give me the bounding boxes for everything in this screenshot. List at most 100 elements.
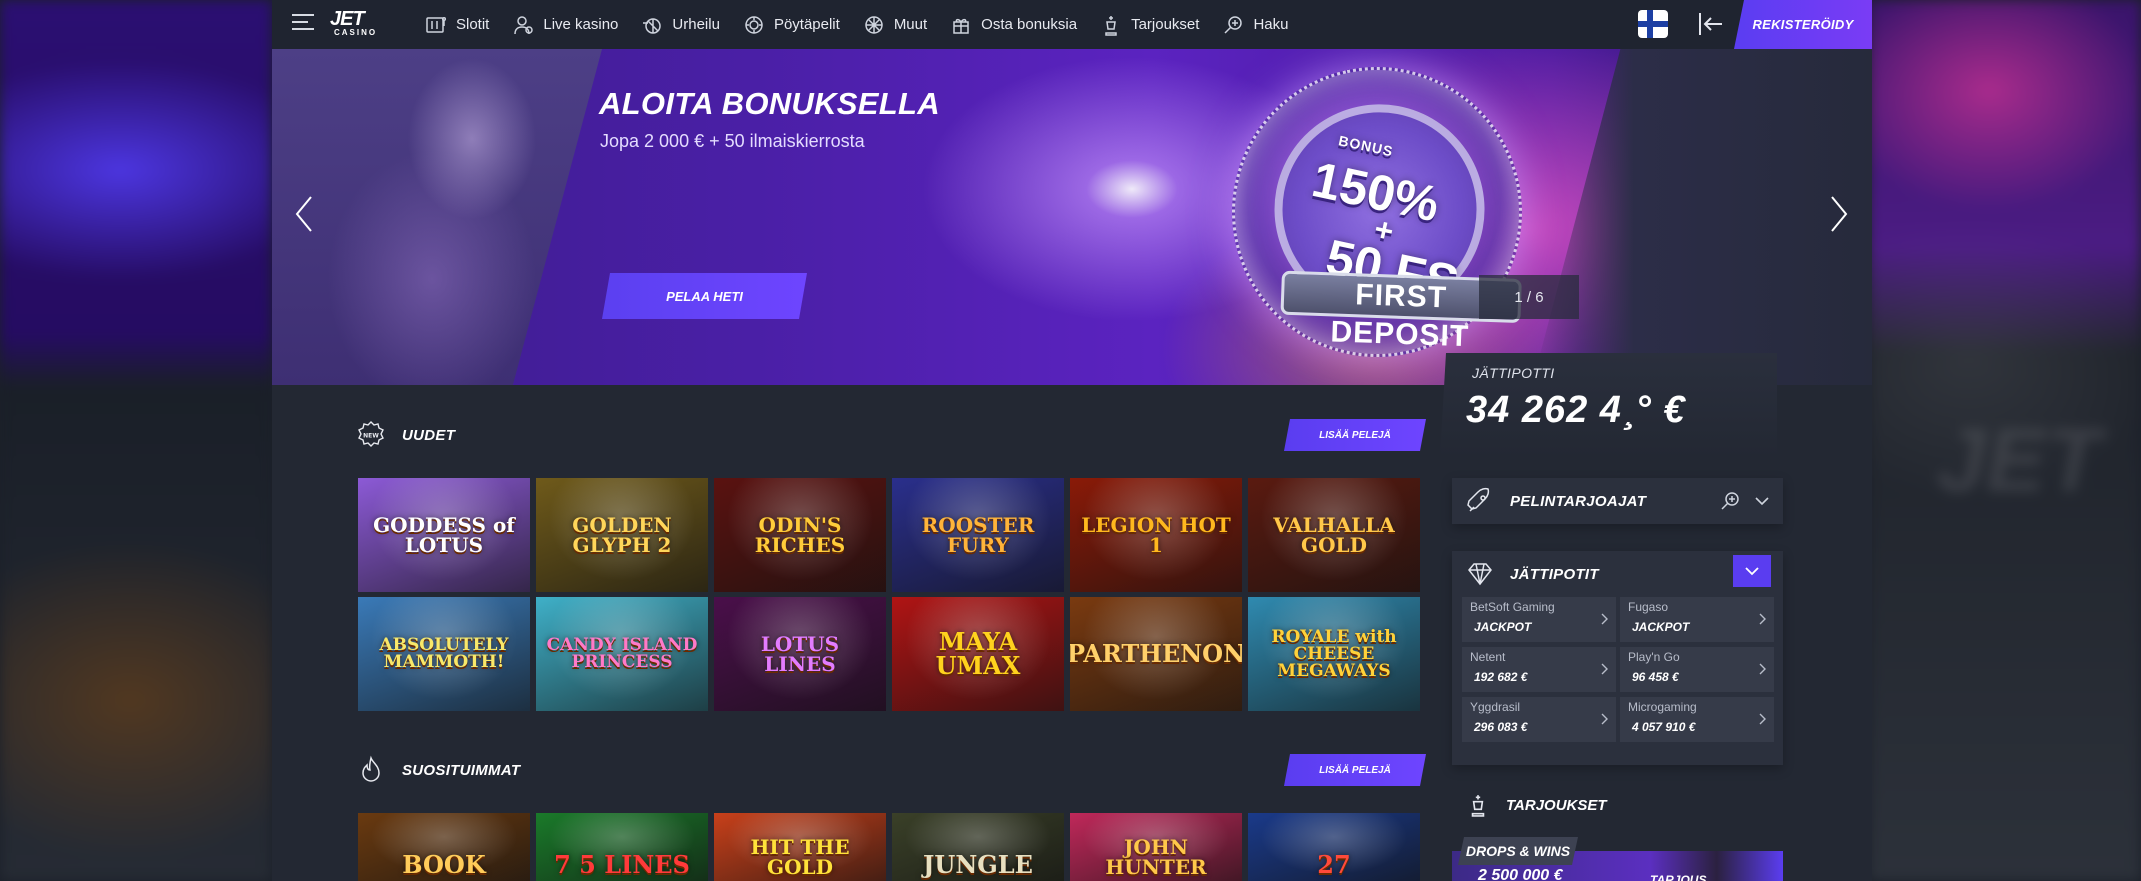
chevron-right-icon[interactable] [1829, 195, 1849, 233]
chess-king-icon [1100, 14, 1122, 36]
game-title: LOTUS LINES [760, 632, 840, 676]
nav-label: Osta bonuksia [981, 16, 1078, 33]
game-tile[interactable]: GODDESS of LOTUS [358, 478, 530, 592]
jackpot-provider: Play'n Go [1628, 650, 1680, 664]
offer-tag: DROPS & WINS [1458, 837, 1578, 865]
jackpot-item[interactable]: Fugaso JACKPOT [1620, 597, 1774, 642]
game-tile[interactable]: HIT THE GOLD [714, 813, 886, 881]
new-badge-icon: NEW [356, 420, 386, 450]
game-tile[interactable]: JUNGLE [892, 813, 1064, 881]
casino-page: JET CASINO Slotit Live kasino Urheilu Pö… [272, 0, 1872, 881]
game-tile[interactable]: 27 [1248, 813, 1420, 881]
offer-action[interactable]: TARJOUS [1650, 873, 1706, 881]
flame-icon [356, 755, 386, 785]
game-title: HIT THE GOLD [750, 835, 850, 879]
nav-item-muut[interactable]: Muut [863, 14, 927, 36]
nav-item-tarjoukset[interactable]: Tarjoukset [1100, 14, 1199, 36]
nav-item-urheilu[interactable]: Urheilu [641, 14, 720, 36]
game-tile[interactable]: GOLDEN GLYPH 2 [536, 478, 708, 592]
finland-flag-icon[interactable] [1638, 10, 1668, 38]
main-menu: Slotit Live kasino Urheilu Pöytäpelit Mu… [425, 0, 1311, 49]
jackpot-item[interactable]: Microgaming 4 057 910 € [1620, 697, 1774, 742]
providers-panel-title: PELINTARJOAJAT [1510, 492, 1647, 510]
sports-ball-icon [641, 14, 663, 36]
chevron-right-icon [1600, 662, 1608, 675]
chevron-left-icon[interactable] [294, 195, 314, 233]
bonus-badge: BONUS 150% + 50 FS FIRST DEPOSIT [1205, 49, 1549, 384]
section-header-popular: SUOSITUIMMAT LISÄÄ PELEJÄ [356, 754, 1426, 786]
game-tile[interactable]: LEGION HOT 1 [1070, 478, 1242, 592]
jackpot-item[interactable]: BetSoft Gaming JACKPOT [1462, 597, 1616, 642]
jackpot-provider: Yggdrasil [1470, 700, 1521, 714]
login-icon[interactable] [1696, 11, 1724, 37]
nav-item-slotit[interactable]: Slotit [425, 14, 489, 36]
nav-item-osta-bonuksia[interactable]: Osta bonuksia [950, 14, 1077, 36]
more-games-button-popular[interactable]: LISÄÄ PELEJÄ [1284, 754, 1426, 786]
jackpot-list: BetSoft Gaming JACKPOT Fugaso JACKPOT Netent… [1452, 597, 1783, 752]
jackpot-item[interactable]: Netent 192 682 € [1462, 647, 1616, 692]
game-tile[interactable]: LOTUS LINES [714, 597, 886, 711]
nav-item-poytapelit[interactable]: Pöytäpelit [743, 14, 840, 36]
game-title: ROOSTER FURY [921, 513, 1035, 557]
menu-icon[interactable] [292, 14, 316, 34]
hero-banner[interactable]: BONUS 150% + 50 FS FIRST DEPOSIT ALOITA … [272, 49, 1872, 385]
chevron-down-icon[interactable] [1755, 496, 1769, 506]
chevron-right-icon [1758, 662, 1766, 675]
offers-header: TARJOUKSET [1452, 785, 1783, 825]
jackpot-provider: Microgaming [1628, 700, 1697, 714]
offers-title: TARJOUKSET [1506, 796, 1607, 814]
section-header-new: NEW UUDET LISÄÄ PELEJÄ [356, 419, 1426, 451]
nav-label: Tarjoukset [1131, 16, 1200, 33]
game-tile[interactable]: ODIN'S RICHES [714, 478, 886, 592]
gift-icon [950, 14, 972, 36]
jackpot-value: JACKPOT [1632, 620, 1690, 634]
jackpot-value: 96 458 € [1632, 670, 1679, 684]
providers-panel[interactable]: PELINTARJOAJAT [1452, 478, 1783, 524]
jackpot-item[interactable]: Play'n Go 96 458 € [1620, 647, 1774, 692]
game-title: CANDY ISLAND PRINCESS [546, 635, 698, 672]
play-now-button[interactable]: PELAA HETI [602, 273, 807, 319]
svg-text:NEW: NEW [363, 433, 379, 440]
rocket-icon [1466, 487, 1494, 515]
game-title: PARTHENON [1070, 639, 1242, 668]
hero-player-photo [272, 49, 602, 385]
jackpot-provider: Netent [1470, 650, 1506, 664]
chess-king-icon [1466, 793, 1490, 817]
jackpot-item[interactable]: Yggdrasil 296 083 € [1462, 697, 1616, 742]
game-tile[interactable]: ROYALE with CHEESE MEGAWAYS [1248, 597, 1420, 711]
jet-casino-logo[interactable]: JET CASINO [330, 9, 390, 39]
search-icon [1222, 14, 1244, 36]
jackpot-label: JÄTTIPOTTI [1472, 365, 1555, 381]
chevron-right-icon [1600, 712, 1608, 725]
nav-label: Urheilu [672, 16, 720, 33]
game-title: GODDESS of LOTUS [373, 513, 515, 557]
nav-item-live-kasino[interactable]: Live kasino [512, 14, 618, 36]
section-title-new: UUDET [402, 426, 456, 444]
game-tile[interactable]: ROOSTER FURY [892, 478, 1064, 592]
chevron-right-icon [1758, 712, 1766, 725]
game-title: 27 [1317, 850, 1351, 879]
game-tile[interactable]: BOOK [358, 813, 530, 881]
game-tile[interactable]: PARTHENON [1070, 597, 1242, 711]
background-left-blur [0, 0, 272, 881]
game-grid-popular: BOOK 7 5 LINES HIT THE GOLD JUNGLE JOHN HUNT… [358, 813, 1420, 881]
chevron-right-icon [1600, 612, 1608, 625]
search-icon[interactable] [1719, 490, 1741, 512]
game-title: JUNGLE [923, 850, 1033, 879]
collapse-toggle-button[interactable] [1733, 555, 1771, 587]
game-tile[interactable]: 7 5 LINES [536, 813, 708, 881]
game-tile[interactable]: CANDY ISLAND PRINCESS [536, 597, 708, 711]
register-button[interactable]: REKISTERÖIDY [1734, 0, 1872, 49]
nav-label: Muut [893, 16, 928, 33]
game-tile[interactable]: ABSOLUTELY MAMMOTH! [358, 597, 530, 711]
more-games-button-new[interactable]: LISÄÄ PELEJÄ [1284, 419, 1426, 451]
game-tile[interactable]: VALHALLA GOLD [1248, 478, 1420, 592]
game-tile[interactable]: MAYA UMAX [892, 597, 1064, 711]
chip-icon [743, 14, 765, 36]
nav-item-haku[interactable]: Haku [1222, 14, 1288, 36]
game-tile[interactable]: JOHN HUNTER [1070, 813, 1242, 881]
jackpot-value: 4 057 910 € [1632, 720, 1696, 734]
live-dealer-icon [512, 14, 534, 36]
providers-panel-actions [1719, 490, 1769, 512]
providers-panel-header[interactable]: PELINTARJOAJAT [1452, 478, 1783, 524]
